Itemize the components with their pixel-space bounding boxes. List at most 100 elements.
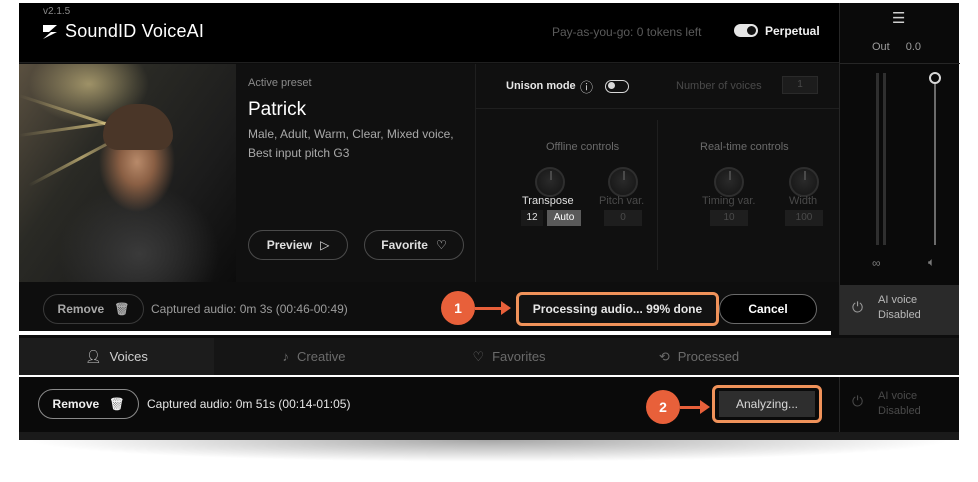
analyzing-text: Analyzing... [735,397,799,411]
callout-number-2: 2 [659,399,667,415]
controls-divider [476,108,839,109]
controls-group-divider [657,120,658,270]
unison-mode-label: Unison mode [506,80,576,92]
heart-icon: ♡ [435,238,447,252]
trash-icon: 🗑︎ [109,397,125,411]
width-value[interactable]: 100 [785,210,823,226]
preview-button[interactable]: Preview ▷ [248,230,348,260]
analyzing-action-bar: Remove 🗑︎ Captured audio: 0m 51s (00:14-… [19,377,959,432]
timing-variation-value[interactable]: 10 [710,210,748,226]
level-meter-left [876,73,879,245]
favorite-label: Favorite [381,238,428,252]
user-icon: 👤︎ [85,348,102,364]
remove-label-2: Remove [52,397,100,411]
timing-variation-knob[interactable] [714,167,744,197]
history-icon: ⟲ [658,348,670,364]
callout-arrow-1 [475,301,511,315]
width-knob[interactable] [789,167,819,197]
license-mode-toggle[interactable] [734,24,758,37]
portrait-hair [103,104,173,150]
tab-creative[interactable]: ♪ Creative [269,338,359,375]
output-label: Out [872,41,890,53]
level-meter-right [883,73,886,245]
cancel-button[interactable]: Cancel [719,294,817,324]
remove-button[interactable]: Remove 🗑︎ [43,294,144,324]
ai-voice-status-2: AI voice Disabled [878,389,921,419]
cancel-label: Cancel [748,302,788,316]
pitch-variation-label: Pitch var. [599,195,645,207]
output-readout: Out 0.0 [872,41,921,53]
tab-favorites[interactable]: ♡ Favorites [459,338,559,375]
tab-processed-label: Processed [677,349,740,364]
timing-variation-label: Timing var. [702,195,756,207]
music-note-icon: ♪ [282,349,290,364]
realtime-controls-title: Real-time controls [700,141,789,153]
output-fader-handle[interactable] [929,72,941,84]
tab-voices[interactable]: 👤︎ Voices [19,338,214,375]
tab-favorites-label: Favorites [492,349,546,364]
soundid-logo-icon [43,24,57,39]
link-icon[interactable]: ∞ [872,256,881,270]
callout-arrow-2 [680,400,710,414]
preset-info-panel: Active preset Patrick Male, Adult, Warm,… [236,64,476,282]
brand-name: SoundID VoiceAI [65,21,205,41]
preset-description: Male, Adult, Warm, Clear, Mixed voice, B… [248,127,454,160]
brand-logo: SoundID VoiceAI [41,21,204,42]
speaker-icon[interactable]: 🔈︎ [928,255,935,270]
license-mode-label: Perpetual [765,24,820,38]
voice-preset-photo [19,64,236,282]
number-of-voices-field[interactable]: 1 [782,76,818,94]
ai-voice-state-2: Disabled [878,405,921,417]
processing-progress-bar [19,331,831,335]
bottom-edge [19,432,959,440]
voiceai-plugin-window: v2.1.5 SoundID VoiceAI Pay-as-you-go: 0 … [19,3,960,375]
favorite-button[interactable]: Favorite ♡ [364,230,464,260]
ai-voice-toggle-2[interactable]: ⏻ AI voice Disabled [839,377,959,432]
unison-mode-toggle[interactable] [605,80,629,93]
top-bar: v2.1.5 SoundID VoiceAI Pay-as-you-go: 0 … [19,3,839,63]
info-icon[interactable]: ⓘ [580,77,593,96]
callout-badge-2: 2 [646,390,680,424]
callout-badge-1: 1 [441,291,475,325]
remove-button-2[interactable]: Remove 🗑︎ [38,389,139,419]
pitch-variation-knob[interactable] [608,167,638,197]
output-divider [840,63,960,64]
power-icon: ⏻ [852,393,864,409]
preset-name: Patrick [248,99,307,120]
drop-shadow [25,440,953,462]
ai-voice-status: AI voice Disabled [878,293,921,323]
output-fader-track[interactable] [934,81,936,245]
preview-label: Preview [266,238,313,252]
ai-voice-label-2: AI voice [878,390,918,402]
number-of-voices-label: Number of voices [676,80,762,92]
transpose-label: Transpose [522,195,574,207]
heart-icon: ♡ [472,348,485,364]
captured-audio-info: Captured audio: 0m 3s (00:46-00:49) [151,302,348,316]
version-label: v2.1.5 [43,6,71,17]
tab-processed[interactable]: ⟲ Processed [649,338,749,375]
pitch-variation-value[interactable]: 0 [604,210,642,226]
power-icon: ⏻ [852,299,864,315]
token-status: Pay-as-you-go: 0 tokens left [552,25,702,39]
ai-voice-toggle[interactable]: ⏻ AI voice Disabled [839,285,959,335]
tab-voices-label: Voices [109,349,148,364]
callout-number-1: 1 [454,300,462,316]
offline-controls-title: Offline controls [546,141,620,153]
analyzing-status: Analyzing... [712,385,822,423]
tab-creative-label: Creative [297,349,346,364]
transpose-auto-button[interactable]: Auto [547,210,581,226]
ai-voice-label: AI voice [878,294,918,306]
processing-status-text: Processing audio... 99% done [532,302,703,316]
trash-icon: 🗑︎ [114,302,130,316]
ai-voice-state: Disabled [878,309,921,321]
library-tabs: 👤︎ Voices ♪ Creative ♡ Favorites ⟲ Proce… [19,338,959,375]
remove-label: Remove [57,302,105,316]
analyzing-button[interactable]: Analyzing... [719,391,815,417]
processing-action-bar: Remove 🗑︎ Captured audio: 0m 3s (00:46-0… [19,282,839,335]
active-preset-label: Active preset [248,77,312,89]
menu-icon[interactable]: ☰ [892,9,905,27]
width-label: Width [789,195,818,207]
transpose-value[interactable]: 12 [521,210,543,226]
captured-audio-info-2: Captured audio: 0m 51s (00:14-01:05) [147,397,351,411]
transpose-knob[interactable] [535,167,565,197]
